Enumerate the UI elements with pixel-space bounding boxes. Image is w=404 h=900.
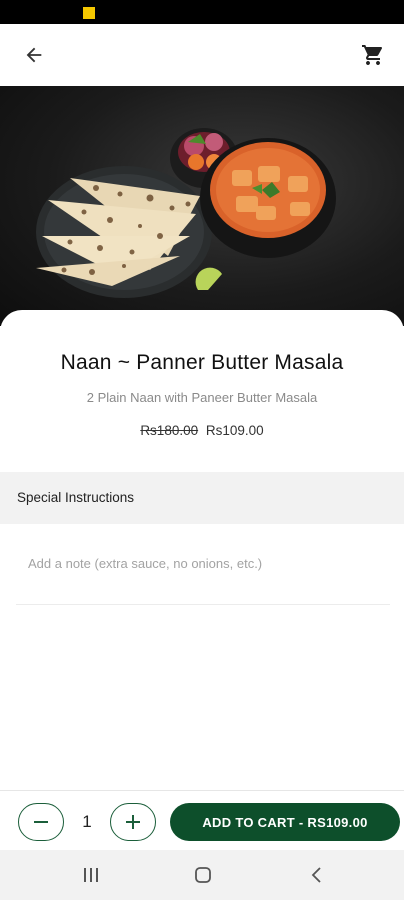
bottom-action-bar: 1 ADD TO CART - RS109.00: [0, 790, 404, 850]
cart-button[interactable]: [356, 38, 390, 72]
back-chevron-icon: [311, 867, 321, 883]
home-icon: [195, 867, 211, 883]
add-to-cart-button[interactable]: ADD TO CART - RS109.00: [170, 803, 400, 841]
minus-icon: [34, 821, 48, 823]
special-instructions-label: Special Instructions: [17, 490, 135, 505]
system-back-button[interactable]: [302, 862, 332, 888]
home-button[interactable]: [188, 862, 218, 888]
notification-indicator: [83, 7, 95, 19]
product-description: 2 Plain Naan with Paneer Butter Masala: [86, 390, 318, 405]
plus-icon: [126, 815, 140, 829]
app-bar: [0, 24, 404, 86]
food-illustration: [36, 128, 336, 298]
product-image: [0, 86, 404, 326]
shopping-cart-icon: [362, 45, 383, 65]
special-instructions-header: Special Instructions: [0, 472, 404, 524]
back-button[interactable]: [17, 38, 51, 72]
arrow-left-icon: [26, 47, 42, 63]
price-row: Rs180.00 Rs109.00: [0, 423, 404, 438]
original-price: Rs180.00: [140, 423, 199, 438]
recent-apps-button[interactable]: [76, 862, 106, 888]
decrease-quantity-button[interactable]: [18, 803, 64, 841]
special-instructions-input[interactable]: [16, 543, 390, 605]
system-navigation-bar: [0, 850, 404, 900]
status-bar: [0, 0, 404, 24]
sale-price: Rs109.00: [205, 423, 264, 438]
product-title: Naan ~ Panner Butter Masala: [60, 351, 344, 374]
recent-apps-icon: [84, 868, 98, 882]
quantity-value: 1: [82, 812, 92, 831]
increase-quantity-button[interactable]: [110, 803, 156, 841]
